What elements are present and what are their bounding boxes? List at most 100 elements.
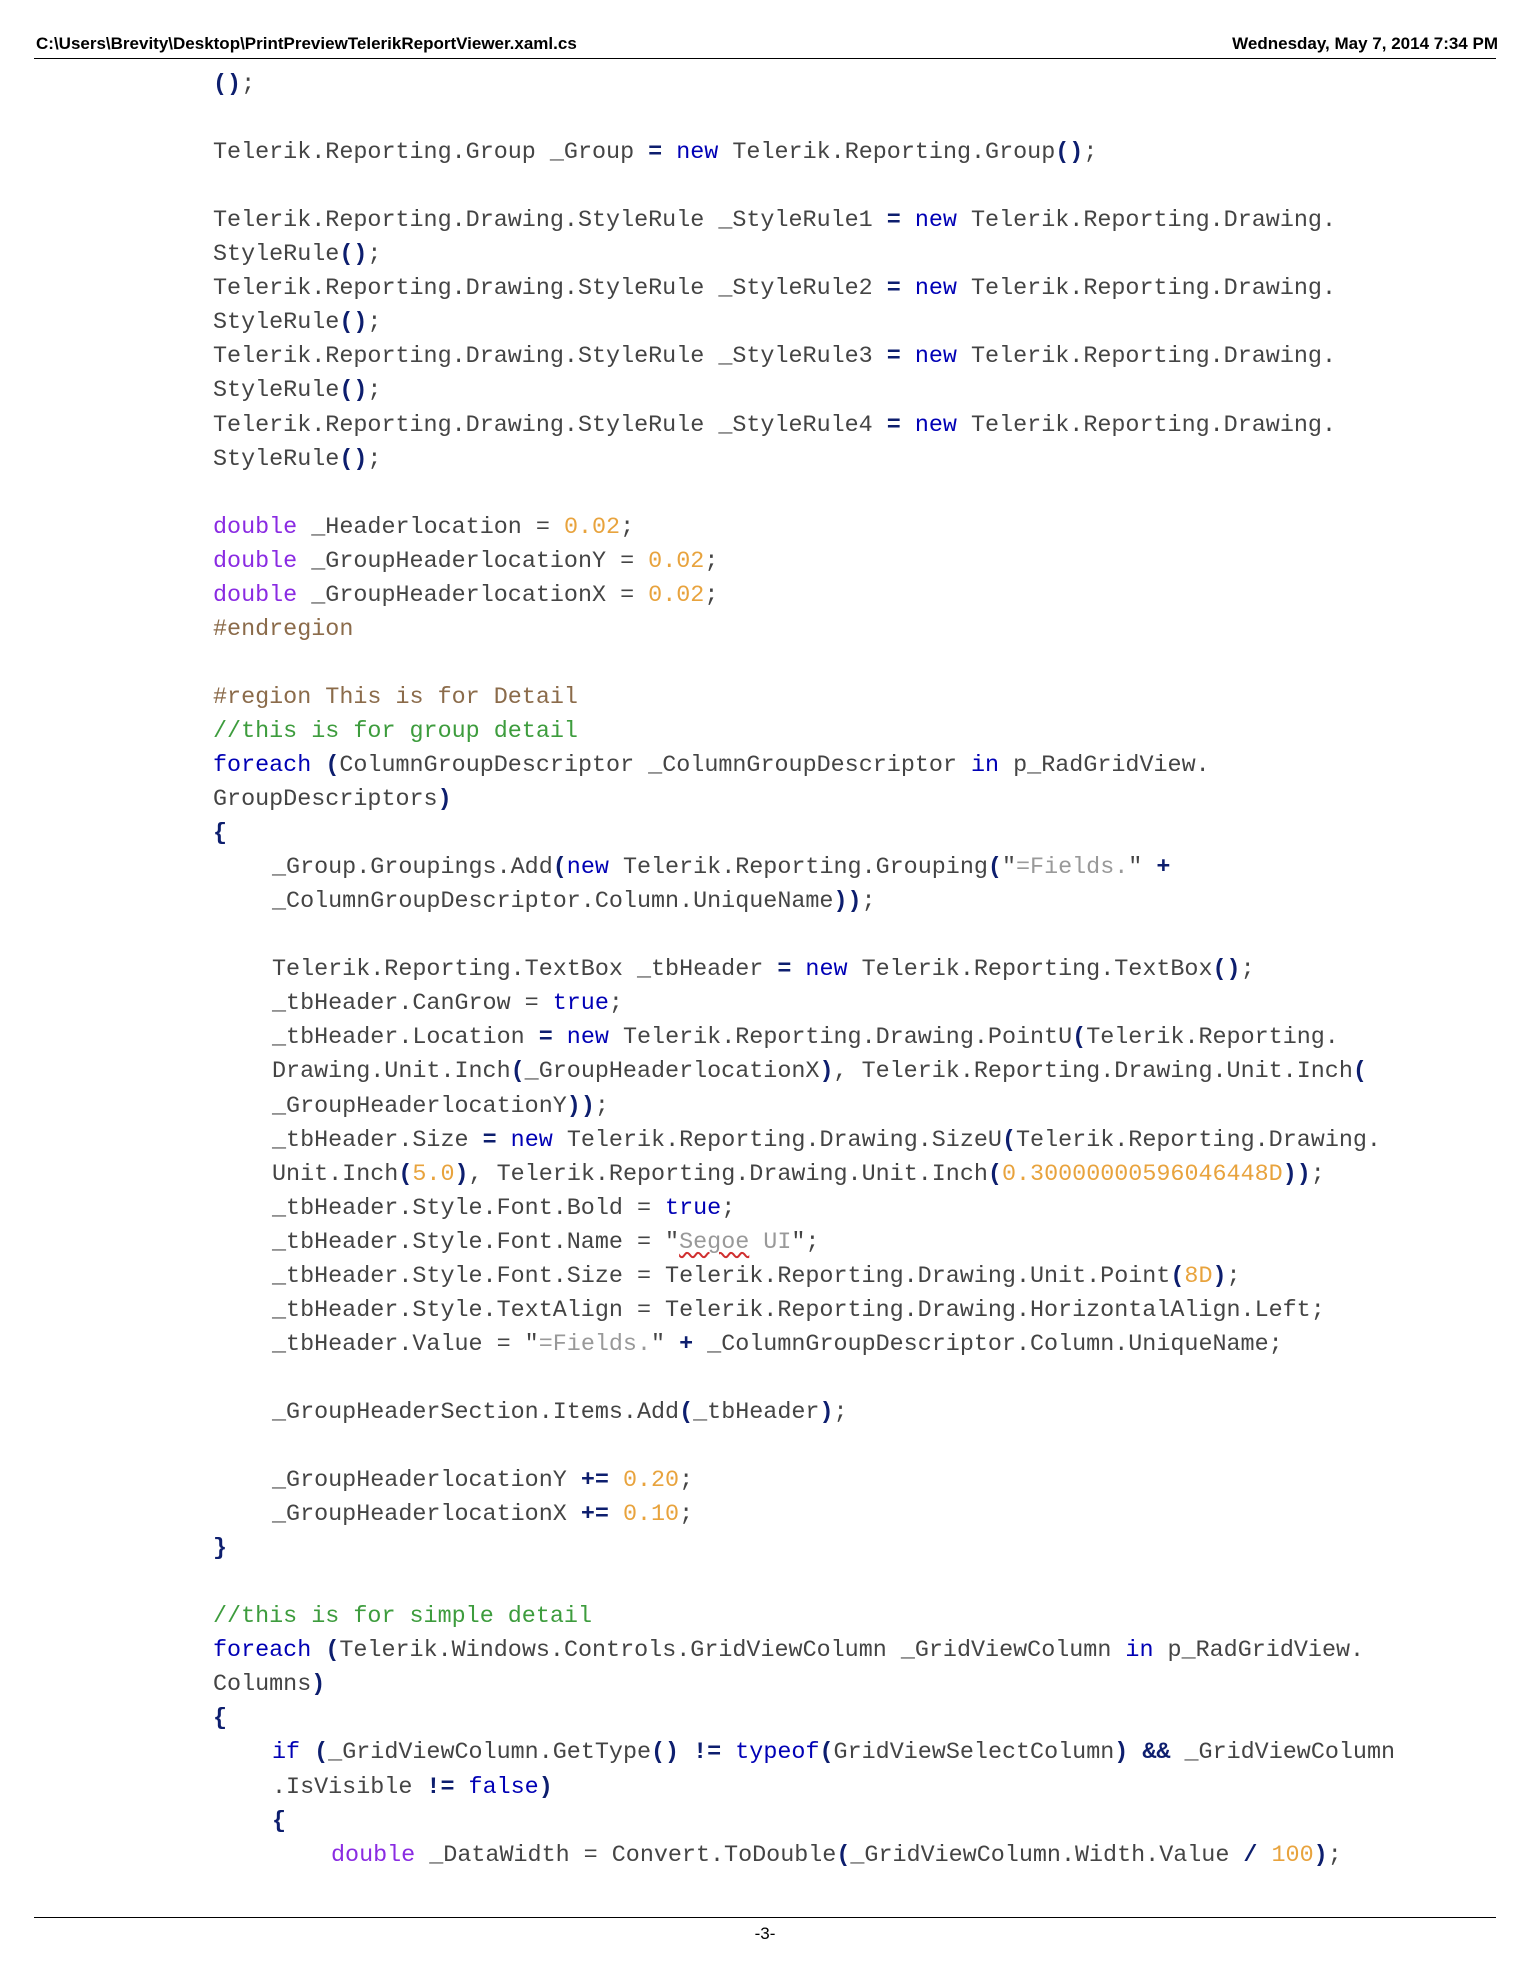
code-token: ; [367, 378, 382, 405]
code-token: = [886, 208, 901, 235]
code-token: false [468, 1774, 539, 1801]
code-token: ; [620, 514, 635, 541]
code-token: , Telerik.Reporting.Drawing.Unit.Inch [468, 1161, 988, 1188]
code-token: Telerik.Reporting.Drawing.SizeU [552, 1127, 1002, 1154]
code-token: in [1125, 1638, 1154, 1665]
code-line: _tbHeader.Style.Font.Name = "Segoe UI"; [272, 1226, 819, 1260]
code-token: )) [1282, 1161, 1311, 1188]
code-token: ) [454, 1161, 469, 1188]
code-line: foreach (Telerik.Windows.Controls.GridVi… [213, 1634, 1364, 1668]
code-token: Telerik.Reporting.Drawing. [956, 344, 1336, 371]
code-token: true [552, 991, 609, 1018]
code-line: _tbHeader.Style.Font.Bold = true; [272, 1192, 735, 1226]
code-token: ; [1327, 1842, 1342, 1869]
code-token: _Group.Groupings.Add [272, 855, 553, 882]
code-token: = [777, 957, 792, 984]
code-token: in [971, 753, 1000, 779]
code-token: 0.02 [648, 582, 705, 609]
code-token: _tbHeader.CanGrow = [272, 991, 553, 1018]
code-token: 0.02 [563, 514, 621, 541]
code-line: #endregion [213, 613, 353, 647]
code-token: Segoe [679, 1229, 750, 1256]
code-token: Telerik.Reporting.TextBox [847, 957, 1213, 984]
code-token: _Headerlocation = [297, 514, 564, 541]
code-token: () [213, 72, 242, 98]
code-token: ; [241, 72, 256, 98]
code-token: #endregion [213, 616, 354, 643]
code-token: != [693, 1740, 722, 1767]
code-token: double [213, 514, 298, 541]
code-token: ( [325, 753, 340, 779]
code-token: Telerik.Reporting.Drawing.StyleRule _Sty… [213, 412, 887, 439]
code-token: ( [987, 1161, 1002, 1188]
code-line: } [213, 1532, 227, 1566]
code-token: ( [552, 855, 567, 882]
code-token: ; [367, 310, 382, 337]
code-token: _GridViewColumn.Width.Value [850, 1842, 1244, 1869]
code-token: ( [325, 1638, 340, 1665]
code-token: ; [679, 1468, 694, 1495]
code-token: () [339, 378, 368, 405]
code-token: GridViewSelectColumn [833, 1740, 1115, 1767]
code-line: //this is for simple detail [213, 1600, 592, 1634]
code-token: Telerik.Reporting. [1086, 1025, 1339, 1052]
code-token: = [886, 276, 901, 303]
code-token: && [1142, 1740, 1171, 1767]
code-token: //this is for group detail [213, 718, 578, 745]
code-line: Telerik.Reporting.Group _Group = new Tel… [213, 136, 1097, 170]
code-token: double [213, 582, 298, 609]
code-line: _tbHeader.Style.Font.Size = Telerik.Repo… [272, 1260, 1241, 1294]
code-token: + [679, 1331, 694, 1358]
code-line: _tbHeader.Style.TextAlign = Telerik.Repo… [272, 1294, 1325, 1328]
code-line: _GroupHeaderlocationX += 0.10; [272, 1498, 693, 1532]
code-token: if [272, 1740, 301, 1767]
code-token: _tbHeader.Style.Font.Name = " [272, 1229, 680, 1256]
code-token: _tbHeader.Location [272, 1025, 539, 1052]
code-token: ) [1114, 1740, 1129, 1767]
code-line: { [213, 817, 227, 851]
code-line: _GroupHeaderlocationY)); [272, 1090, 609, 1124]
code-token: double [213, 548, 298, 575]
code-line: if (_GridViewColumn.GetType() != typeof(… [272, 1736, 1395, 1770]
code-line: StyleRule(); [213, 443, 381, 477]
code-line: Telerik.Reporting.Drawing.StyleRule _Sty… [213, 340, 1336, 374]
code-token: () [651, 1740, 680, 1767]
code-token: + [1156, 855, 1171, 882]
code-token: ( [398, 1161, 413, 1188]
code-token: ; [367, 242, 382, 269]
code-token: _ColumnGroupDescriptor.Column.UniqueName [272, 889, 834, 916]
code-token: )) [833, 889, 862, 916]
code-line: { [213, 1702, 227, 1736]
code-token: { [213, 821, 228, 848]
code-token: ; [1310, 1161, 1325, 1188]
code-token: ; [367, 446, 382, 473]
code-token: p_RadGridView. [999, 753, 1210, 779]
code-token: Unit.Inch [272, 1161, 399, 1188]
code-token: = [538, 1025, 553, 1052]
code-line: _Group.Groupings.Add(new Telerik.Reporti… [272, 851, 1170, 885]
code-token: new [510, 1127, 553, 1154]
code-line: Telerik.Reporting.TextBox _tbHeader = ne… [272, 953, 1255, 987]
code-token: Drawing.Unit.Inch [272, 1059, 511, 1086]
code-token: } [213, 1536, 228, 1563]
code-token: ) [538, 1774, 553, 1801]
code-token: = [886, 344, 901, 371]
page-number: -3- [754, 1924, 776, 1943]
code-token: " [651, 1331, 680, 1358]
code-token: ; [1226, 1263, 1241, 1290]
code-token: 8D [1184, 1263, 1213, 1290]
code-token: ; [704, 548, 719, 575]
code-line: StyleRule(); [213, 238, 381, 272]
code-token: 0.10 [622, 1502, 680, 1529]
code-line: foreach (ColumnGroupDescriptor _ColumnGr… [213, 749, 1210, 783]
code-token: _DataWidth = Convert.ToDouble [415, 1842, 837, 1869]
code-token: Telerik.Reporting.Drawing. [956, 208, 1336, 235]
